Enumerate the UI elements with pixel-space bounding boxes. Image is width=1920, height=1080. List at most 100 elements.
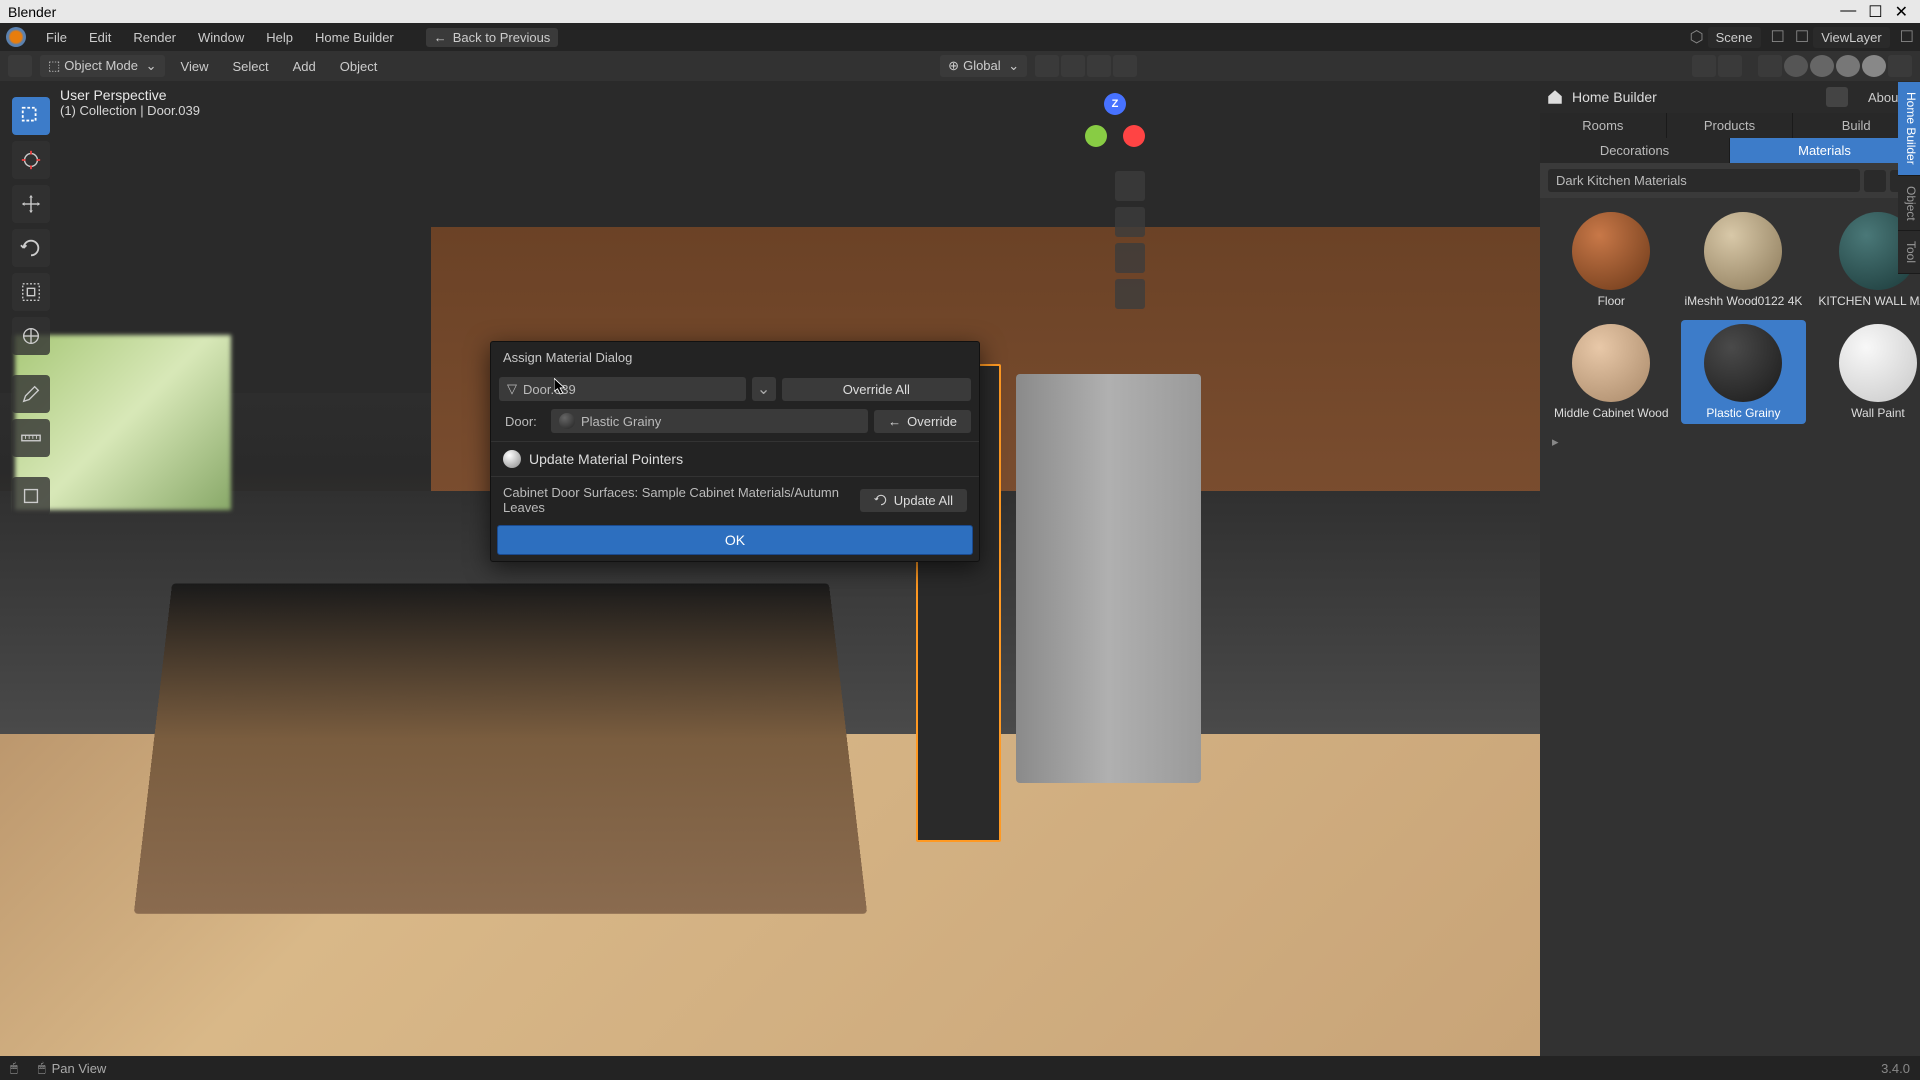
camera-view-icon[interactable] xyxy=(1115,243,1145,273)
door-label: Door: xyxy=(499,414,545,429)
menu-help[interactable]: Help xyxy=(256,26,303,49)
viewlayer-name-field[interactable]: ViewLayer xyxy=(1813,27,1889,48)
maximize-icon[interactable]: ☐ xyxy=(1868,2,1882,22)
material-floor[interactable]: Floor xyxy=(1550,208,1673,312)
add-cube-tool[interactable] xyxy=(12,477,50,515)
orientation-label: Global xyxy=(963,58,1001,73)
cursor-tool[interactable] xyxy=(12,141,50,179)
sub-tabs: Decorations Materials xyxy=(1540,138,1920,163)
rendered-shading-icon[interactable] xyxy=(1862,55,1886,77)
dialog-object-dropdown[interactable]: ⌄ xyxy=(752,377,776,401)
shading-group xyxy=(1758,55,1912,77)
material-shading-icon[interactable] xyxy=(1836,55,1860,77)
orientation-selector[interactable]: ⊕Global ⌄ xyxy=(940,55,1027,77)
proportional-icon[interactable] xyxy=(1087,55,1111,77)
wireframe-shading-icon[interactable] xyxy=(1784,55,1808,77)
status-mouse: 🖱 xyxy=(10,1060,18,1076)
gizmo-y-icon[interactable] xyxy=(1085,125,1107,147)
viewport-info: User Perspective (1) Collection | Door.0… xyxy=(60,87,200,118)
refresh-icon xyxy=(874,493,888,507)
plastic-sphere-icon xyxy=(1704,324,1782,402)
toolbar-select[interactable]: Select xyxy=(224,55,276,78)
panel-title: Home Builder xyxy=(1572,89,1818,105)
material-preview-icon xyxy=(559,413,575,429)
rotate-tool[interactable] xyxy=(12,229,50,267)
materials-grid: Floor iMeshh Wood0122 4K KITCHEN WALL MA… xyxy=(1540,198,1920,434)
window-title-bar: Blender — ☐ ✕ xyxy=(0,0,1920,23)
material-plastic-grainy[interactable]: Plastic Grainy xyxy=(1681,320,1807,424)
proportional-mode-icon[interactable] xyxy=(1113,55,1137,77)
pan-icon[interactable] xyxy=(1115,207,1145,237)
tab-decorations[interactable]: Decorations xyxy=(1540,138,1730,163)
override-all-button[interactable]: Override All xyxy=(782,378,971,401)
overlay-icon[interactable] xyxy=(1718,55,1742,77)
menu-render[interactable]: Render xyxy=(123,26,186,49)
mesh-icon: ▽ xyxy=(507,381,517,397)
snap-group xyxy=(1035,55,1137,77)
material-middle-cabinet[interactable]: Middle Cabinet Wood xyxy=(1550,320,1673,424)
solid-shading-icon[interactable] xyxy=(1810,55,1834,77)
toolbar-add[interactable]: Add xyxy=(285,55,324,78)
back-label: Back to Previous xyxy=(453,30,551,45)
xray-icon[interactable] xyxy=(1758,55,1782,77)
menu-edit[interactable]: Edit xyxy=(79,26,121,49)
toolbar-view[interactable]: View xyxy=(173,55,217,78)
snap-mode-icon[interactable] xyxy=(1061,55,1085,77)
override-button[interactable]: ← Override xyxy=(874,410,971,433)
mode-selector[interactable]: ⬚Object Mode ⌄ xyxy=(40,55,165,77)
viewport-3d[interactable]: User Perspective (1) Collection | Door.0… xyxy=(0,81,1540,1056)
mouse-cursor-icon xyxy=(554,378,568,396)
main-tabs: Rooms Products Build xyxy=(1540,113,1920,138)
material-wall-paint[interactable]: Wall Paint xyxy=(1814,320,1920,424)
editor-type-icon[interactable] xyxy=(8,55,32,77)
back-button[interactable]: ← Back to Previous xyxy=(426,28,559,47)
perspective-toggle-icon[interactable] xyxy=(1115,279,1145,309)
dialog-material-field[interactable]: Plastic Grainy xyxy=(551,409,868,433)
assign-material-dialog: Assign Material Dialog ▽ Door.039 ⌄ Over… xyxy=(490,341,980,562)
shading-dropdown-icon[interactable] xyxy=(1888,55,1912,77)
scene-name-field[interactable]: Scene xyxy=(1708,27,1761,48)
perspective-label: User Perspective xyxy=(60,87,200,103)
override-label: Override xyxy=(907,414,957,429)
toolbar-object[interactable]: Object xyxy=(332,55,386,78)
material-wood[interactable]: iMeshh Wood0122 4K xyxy=(1681,208,1807,312)
close-icon[interactable]: ✕ xyxy=(1895,2,1908,22)
ok-button[interactable]: OK xyxy=(497,525,973,555)
new-scene-icon[interactable]: ☐ xyxy=(1771,27,1785,47)
override-all-label: Override All xyxy=(843,382,910,397)
category-selector[interactable]: Dark Kitchen Materials xyxy=(1548,169,1860,192)
blender-logo-icon[interactable] xyxy=(6,27,26,47)
expand-grid-icon[interactable]: ▸ xyxy=(1540,434,1920,458)
wall-sphere-icon xyxy=(1839,324,1917,402)
side-tab-tool[interactable]: Tool xyxy=(1898,231,1920,274)
dialog-object-field[interactable]: ▽ Door.039 xyxy=(499,377,746,401)
measure-tool[interactable] xyxy=(12,419,50,457)
tab-rooms[interactable]: Rooms xyxy=(1540,113,1667,138)
annotate-tool[interactable] xyxy=(12,375,50,413)
side-tab-home-builder[interactable]: Home Builder xyxy=(1898,82,1920,176)
menu-file[interactable]: File xyxy=(36,26,77,49)
select-tool[interactable] xyxy=(12,97,50,135)
scale-tool[interactable] xyxy=(12,273,50,311)
new-layer-icon[interactable]: ☐ xyxy=(1900,27,1914,47)
navigation-gizmo[interactable]: Z xyxy=(1085,93,1145,153)
transform-tool[interactable] xyxy=(12,317,50,355)
material-label: KITCHEN WALL MA... xyxy=(1818,294,1920,308)
info-button[interactable] xyxy=(1826,87,1848,107)
move-tool[interactable] xyxy=(12,185,50,223)
snap-icon[interactable] xyxy=(1035,55,1059,77)
menu-home-builder[interactable]: Home Builder xyxy=(305,26,404,49)
gizmo-x-icon[interactable] xyxy=(1123,125,1145,147)
minimize-icon[interactable]: — xyxy=(1840,2,1856,22)
side-tab-object[interactable]: Object xyxy=(1898,176,1920,232)
gizmo-z-icon[interactable]: Z xyxy=(1104,93,1126,115)
category-expand-icon[interactable] xyxy=(1864,170,1886,192)
update-all-button[interactable]: Update All xyxy=(860,489,967,512)
zoom-icon[interactable] xyxy=(1115,171,1145,201)
menu-window[interactable]: Window xyxy=(188,26,254,49)
dialog-title: Assign Material Dialog xyxy=(491,342,979,373)
gizmo-icon[interactable] xyxy=(1692,55,1716,77)
update-pointers-section: Update Material Pointers xyxy=(491,441,979,477)
tab-products[interactable]: Products xyxy=(1667,113,1794,138)
tab-materials[interactable]: Materials xyxy=(1730,138,1920,163)
